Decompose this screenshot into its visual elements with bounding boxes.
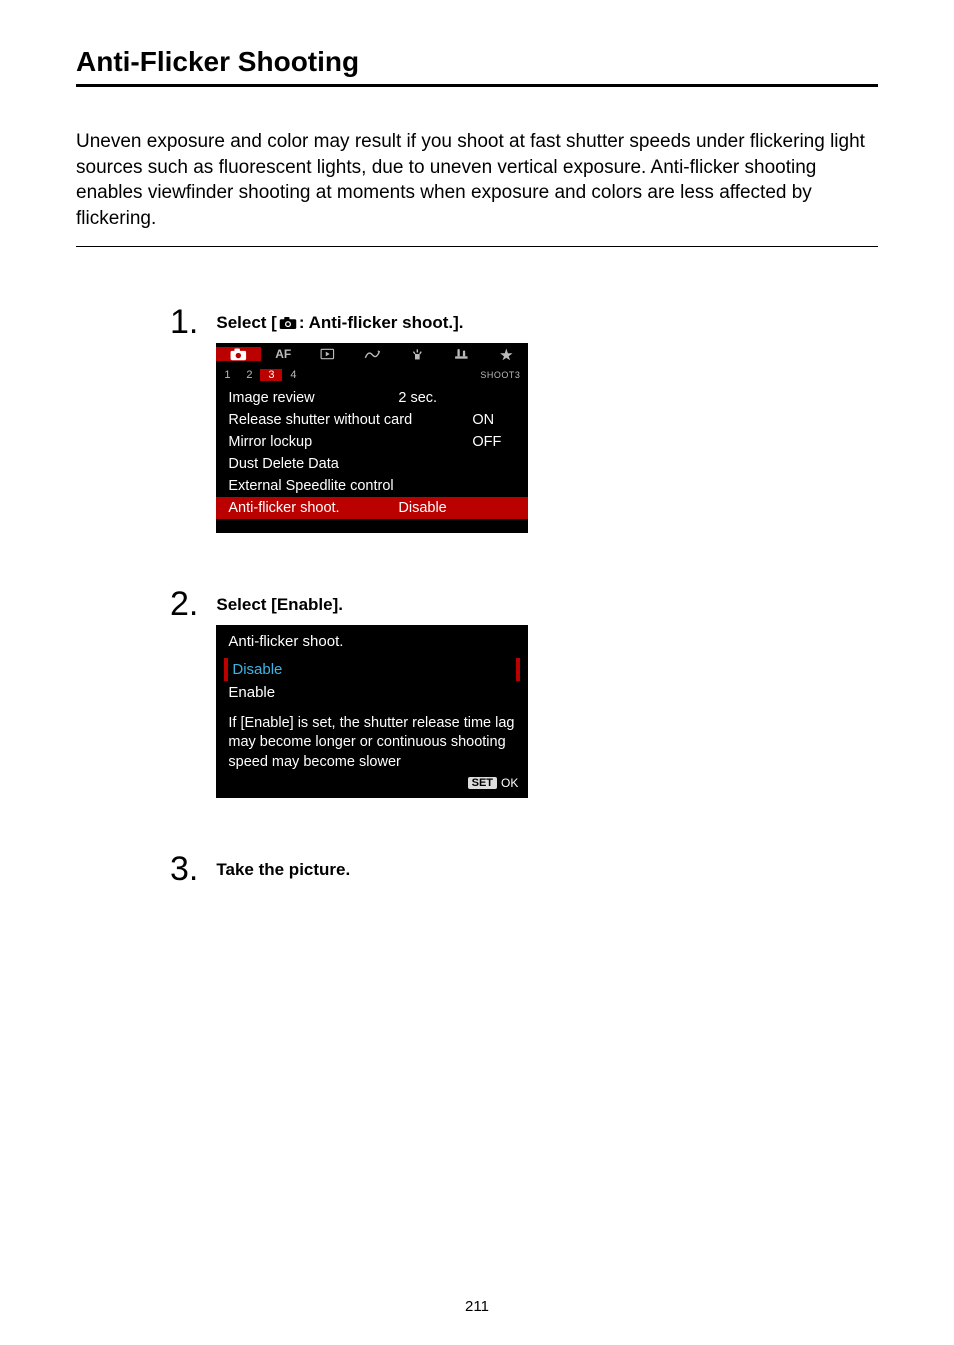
step-3: 3. Take the picture. xyxy=(170,852,878,890)
divider xyxy=(76,246,878,247)
menu-row-speedlite[interactable]: External Speedlite control xyxy=(216,475,528,497)
menu-top-tabs: AF xyxy=(216,343,528,365)
tab-shoot[interactable] xyxy=(216,347,261,361)
menu-page-name: SHOOT3 xyxy=(480,370,528,380)
step-3-title: Take the picture. xyxy=(216,860,350,880)
tab-wireless[interactable] xyxy=(350,347,395,361)
menu-row-image-review[interactable]: Image review2 sec. xyxy=(216,387,528,409)
set-button[interactable]: SET xyxy=(468,777,497,789)
tab-setup[interactable] xyxy=(395,347,440,361)
subtab-2[interactable]: 2 xyxy=(238,369,260,381)
menu-row-dust-delete[interactable]: Dust Delete Data xyxy=(216,453,528,475)
option-disable[interactable]: Disable xyxy=(224,658,520,681)
step-2: 2. Select [Enable]. Anti-flicker shoot. … xyxy=(170,587,878,799)
intro-paragraph: Uneven exposure and color may result if … xyxy=(76,129,878,232)
step-1-title: Select [ : Anti-flicker shoot.]. xyxy=(216,313,528,333)
page-number: 211 xyxy=(0,1298,954,1315)
subtab-4[interactable]: 4 xyxy=(282,369,304,381)
subtab-1[interactable]: 1 xyxy=(216,369,238,381)
camera-icon xyxy=(279,316,297,330)
menu-row-mirror-lockup[interactable]: Mirror lockupOFF xyxy=(216,431,528,453)
step-2-title: Select [Enable]. xyxy=(216,595,528,615)
tab-playback[interactable] xyxy=(306,347,351,361)
menu-row-release-shutter[interactable]: Release shutter without cardON xyxy=(216,409,528,431)
dialog-help-text: If [Enable] is set, the shutter release … xyxy=(216,706,528,775)
step-number: 2. xyxy=(170,587,198,621)
page-title: Anti-Flicker Shooting xyxy=(76,46,878,87)
menu-sub-tabs: 1 2 3 4 SHOOT3 xyxy=(216,365,528,385)
menu-row-anti-flicker[interactable]: Anti-flicker shoot.Disable xyxy=(216,497,528,519)
tab-custom[interactable] xyxy=(439,347,484,361)
ok-label: OK xyxy=(501,776,518,790)
tab-af[interactable]: AF xyxy=(261,347,306,361)
dialog-title: Anti-flicker shoot. xyxy=(216,625,528,656)
camera-menu-screen: AF xyxy=(216,343,528,533)
subtab-3[interactable]: 3 xyxy=(260,369,282,381)
step-number: 1. xyxy=(170,305,198,339)
anti-flicker-dialog: Anti-flicker shoot. Disable Enable If [E… xyxy=(216,625,528,799)
tab-mymenu[interactable] xyxy=(484,347,529,361)
steps-list: 1. Select [ : Anti-flicker shoot.]. AF xyxy=(76,305,878,891)
step-number: 3. xyxy=(170,852,198,886)
option-enable[interactable]: Enable xyxy=(222,681,522,704)
step-1: 1. Select [ : Anti-flicker shoot.]. AF xyxy=(170,305,878,533)
